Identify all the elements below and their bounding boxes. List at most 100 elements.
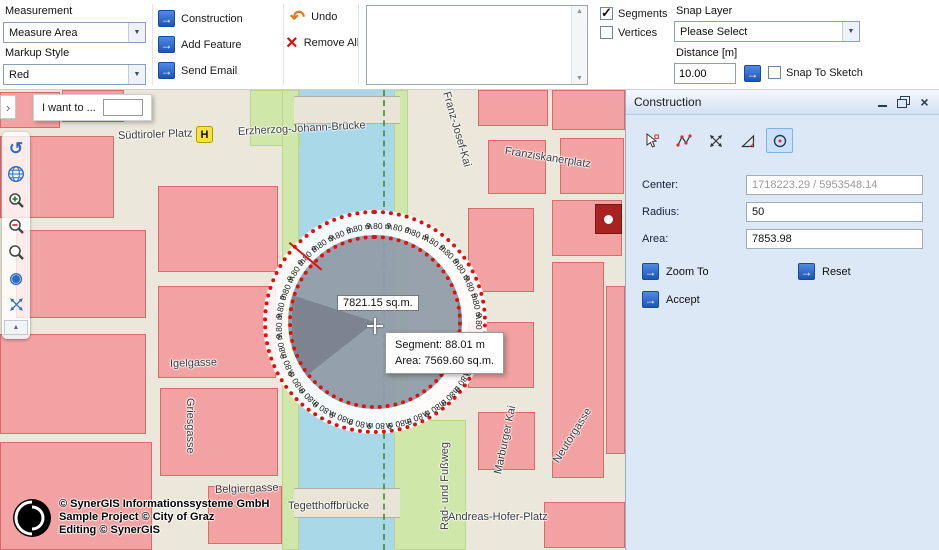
snap-layer-dropdown-value: Please Select [680,25,748,38]
copyright-line: Sample Project © City of Graz [59,511,215,523]
toolbar-separator [358,4,359,85]
collapse-toolstrip-button[interactable]: ▲ [4,320,28,335]
map-building [606,286,625,454]
map-green-area [394,420,466,550]
locate-icon: ◉ [9,269,23,287]
toolbar-separator [152,4,153,85]
map-copyright: © SynerGIS Informationssysteme GmbH Samp… [12,498,269,538]
listbox-scrollbar[interactable]: ▲ ▼ [571,6,587,84]
minimize-icon[interactable] [876,96,889,108]
remove-all-button[interactable]: × Remove All [286,33,360,53]
send-email-button-label: Send Email [181,64,238,77]
tool-angle[interactable] [734,128,761,153]
segments-checkbox[interactable] [600,5,613,21]
sidebar-expander-button[interactable]: › [0,95,16,119]
street-label: Franz-Josef-Kai [440,90,474,169]
center-label: Center: [642,179,679,191]
construction-tool-row [638,128,939,153]
center-input[interactable] [746,175,923,195]
apply-distance-button[interactable]: → [742,63,763,84]
zoom-to-button-label: Zoom To [666,265,709,278]
sketch-listbox[interactable]: ▲ ▼ [366,5,588,85]
snap-layer-dropdown[interactable]: Please Select ▼ [674,21,860,42]
blue-arrow-icon: → [158,62,175,79]
zoom-window-icon [8,244,24,260]
reset-button-label: Reset [822,265,851,278]
chevron-down-icon[interactable]: ▼ [842,22,859,41]
remove-all-button-label: Remove All [303,37,360,49]
copyright-line: © SynerGIS Informationssysteme GmbH [59,498,270,510]
panel-title: Construction [634,95,702,109]
tooltip-segment-line: Segment: 88.01 m [395,339,485,351]
street-label: Südtiroler Platz [117,127,193,142]
send-email-button[interactable]: → Send Email [158,62,237,79]
toolbar-separator [283,4,284,85]
snap-to-sketch-checkbox-row[interactable]: Snap To Sketch [768,66,863,79]
accept-button[interactable]: → Accept [642,291,798,308]
vertices-checkbox-row[interactable]: Vertices [600,26,657,39]
radius-label: Radius: [642,206,680,218]
panel-accept-row: → Accept [642,291,923,308]
construction-button[interactable]: → Construction [158,10,243,27]
tool-circle[interactable] [766,128,793,153]
reset-button[interactable]: → Reset [798,263,851,280]
transit-stop-marker[interactable]: H [196,126,213,143]
area-label: Area: [642,233,669,245]
chevron-down-icon[interactable]: ▼ [128,65,145,84]
tool-select-point[interactable] [638,128,665,153]
markup-style-dropdown[interactable]: Red ▼ [3,64,146,85]
area-field-row: Area: [642,229,923,249]
i-want-to-input[interactable] [102,99,143,116]
i-want-to-label: I want to ... [42,101,96,114]
top-toolbar: Measurement Measure Area ▼ Markup Style … [0,0,939,90]
segments-checkbox-row[interactable]: Segments [600,5,668,21]
accept-button-label: Accept [666,293,700,306]
locate-button[interactable]: ◉ [4,266,28,290]
full-extent-button[interactable] [4,292,28,316]
map-canvas[interactable]: Südtiroler Platz Erzherzog-Johann-Brücke… [0,90,625,550]
map-building [478,90,548,126]
scroll-up-icon[interactable]: ▲ [576,8,583,15]
snap-to-sketch-checkbox[interactable] [768,66,781,79]
undo-button-label: Undo [311,11,338,23]
radius-input[interactable] [746,202,923,222]
street-label: Griesgasse [184,398,196,454]
zoom-out-button[interactable] [4,214,28,238]
overview-map-button[interactable] [4,162,28,186]
distance-input[interactable] [674,63,736,84]
cross-arrows-icon [709,134,722,147]
add-feature-button[interactable]: → Add Feature [158,36,242,53]
zoom-in-icon [8,192,24,208]
chevron-down-icon[interactable]: ▼ [128,23,145,42]
refresh-icon: ↺ [8,138,24,158]
tool-intersect[interactable] [702,128,729,153]
construction-panel-header[interactable]: Construction × [626,90,939,115]
tool-polyline[interactable] [670,128,697,153]
scroll-down-icon[interactable]: ▼ [576,75,583,82]
zoom-to-button[interactable]: → Zoom To [642,263,798,280]
blue-arrow-icon: → [642,291,659,308]
measurement-tooltip: Segment: 88.01 m Area: 7569.60 sq.m. [385,332,505,374]
close-icon[interactable]: × [918,95,931,109]
polyline-icon [675,133,692,147]
markup-style-dropdown-value: Red [9,68,30,81]
vertices-checkbox[interactable] [600,26,613,39]
area-input[interactable] [746,229,923,249]
restore-window-icon[interactable] [897,96,910,108]
street-label: Belgiergasse [214,481,279,496]
zoom-window-button[interactable] [4,240,28,264]
measurement-dropdown[interactable]: Measure Area ▼ [3,22,146,43]
construction-button-label: Construction [181,12,243,25]
vertices-checkbox-label: Vertices [618,26,658,39]
street-label: Andreas-Hofer-Platz [448,511,548,523]
i-want-to-widget[interactable]: I want to ... [33,94,152,121]
undo-button[interactable]: ↶ Undo [290,8,338,26]
globe-icon [7,165,25,183]
distance-label: Distance [m] [676,47,738,59]
refresh-button[interactable]: ↺ [4,136,28,160]
blue-arrow-icon: → [744,65,761,82]
map-monument [595,204,622,234]
area-measurement-chip: 7821.15 sq.m. [337,295,419,311]
h-marker-label: H [200,128,209,141]
zoom-in-button[interactable] [4,188,28,212]
